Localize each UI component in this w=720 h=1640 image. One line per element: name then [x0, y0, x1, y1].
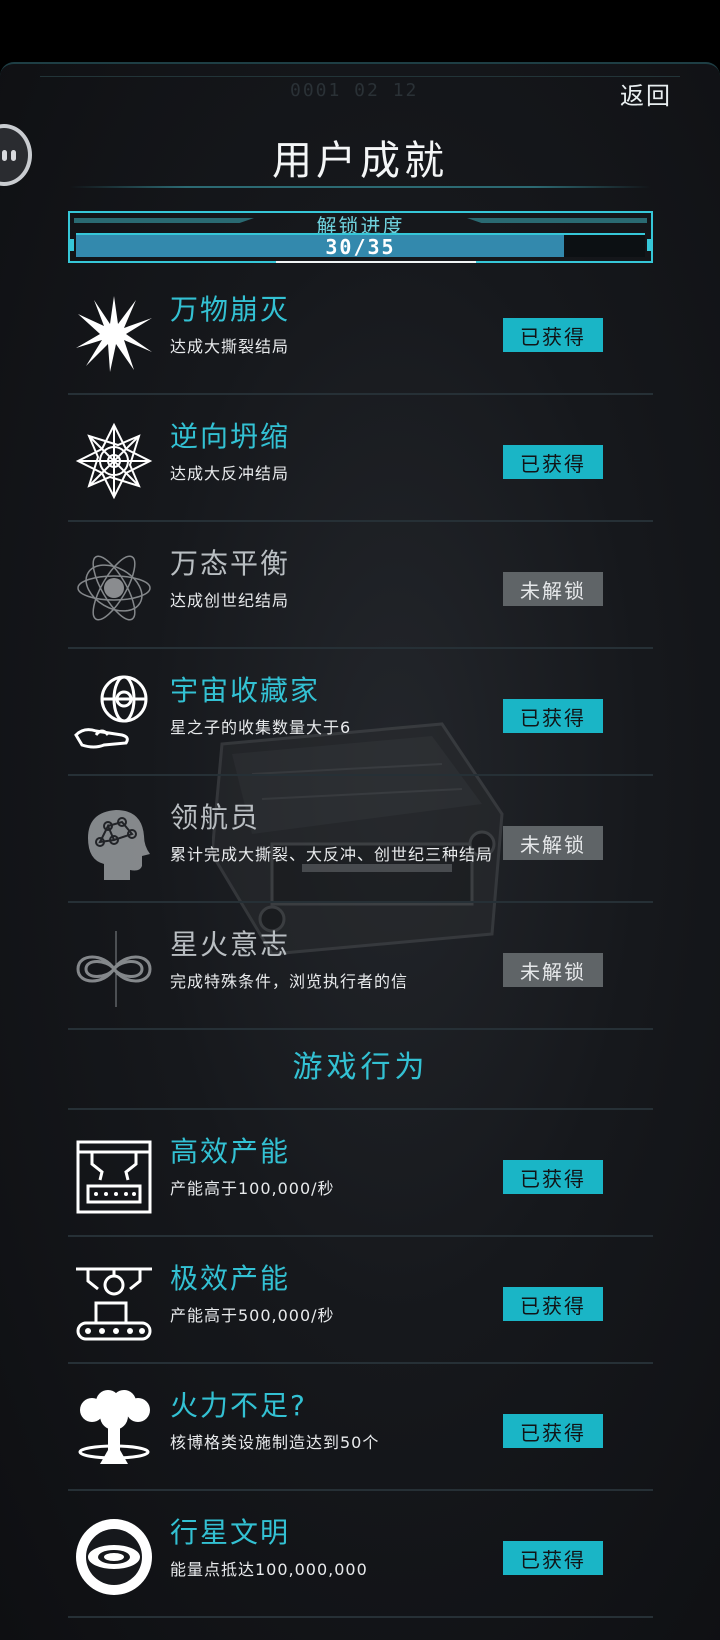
achievement-name: 星火意志	[170, 928, 291, 961]
status-bar	[0, 0, 720, 62]
achievement-name: 领航员	[170, 801, 261, 834]
progress-underline	[276, 261, 476, 263]
achievement-name: 万物崩灭	[170, 293, 291, 326]
infinity-icon	[76, 931, 152, 1007]
progress-value: 30/35	[325, 235, 396, 259]
status-badge: 未解锁	[503, 953, 603, 987]
top-divider	[40, 76, 680, 77]
achievement-desc: 星之子的收集数量大于6	[170, 718, 352, 737]
unlock-progress: 解锁进度 30/35	[68, 211, 653, 263]
mushroom-cloud-icon	[78, 1390, 150, 1464]
status-badge: 已获得	[503, 1287, 603, 1321]
achievement-desc: 能量点抵达100,000,000	[170, 1560, 368, 1579]
status-badge: 已获得	[503, 1160, 603, 1194]
achievement-desc: 累计完成大撕裂、大反冲、创世纪三种结局	[170, 845, 494, 864]
status-badge: 已获得	[503, 445, 603, 479]
achievement-desc: 达成创世纪结局	[170, 591, 290, 610]
mandala-icon	[75, 422, 153, 500]
progress-track: 30/35	[76, 233, 645, 263]
status-badge: 已获得	[503, 318, 603, 352]
achievements-panel: 0001 02 12 返回 用户成就 解锁进度 30/35 万物崩灭 达成大撕裂…	[0, 62, 720, 1640]
achievement-row[interactable]: 高效产能 产能高于100,000/秒 已获得	[68, 1110, 653, 1237]
achievement-row[interactable]: 领航员 累计完成大撕裂、大反冲、创世纪三种结局 未解锁	[68, 776, 653, 903]
globe-in-hand-icon	[74, 675, 148, 749]
achievement-desc: 产能高于500,000/秒	[170, 1306, 335, 1325]
conveyor-icon	[76, 1267, 152, 1341]
achievement-row[interactable]: 火力不足? 核博格类设施制造达到50个 已获得	[68, 1364, 653, 1491]
title-divider	[70, 186, 650, 188]
achievement-row[interactable]: 行星文明 能量点抵达100,000,000 已获得	[68, 1491, 653, 1618]
starburst-icon	[76, 296, 152, 372]
achievement-name: 行星文明	[170, 1516, 291, 1549]
achievement-row[interactable]: 星火意志 完成特殊条件，浏览执行者的信 未解锁	[68, 903, 653, 1030]
achievement-desc: 产能高于100,000/秒	[170, 1179, 335, 1198]
achievement-name: 极效产能	[170, 1262, 291, 1295]
achievement-desc: 完成特殊条件，浏览执行者的信	[170, 972, 409, 991]
achievement-name: 宇宙收藏家	[170, 674, 321, 707]
achievement-row[interactable]: 逆向坍缩 达成大反冲结局 已获得	[68, 395, 653, 522]
status-badge: 已获得	[503, 1414, 603, 1448]
section-title-game-behavior: 游戏行为	[68, 1030, 653, 1110]
status-badge: 已获得	[503, 699, 603, 733]
achievement-desc: 达成大反冲结局	[170, 464, 290, 483]
achievement-row[interactable]: 万物崩灭 达成大撕裂结局 已获得	[68, 268, 653, 395]
status-badge: 未解锁	[503, 826, 603, 860]
atom-icon	[77, 555, 151, 621]
status-badge: 已获得	[503, 1541, 603, 1575]
back-button[interactable]: 返回	[620, 76, 672, 111]
achievement-name: 高效产能	[170, 1135, 291, 1168]
achievement-row[interactable]: 宇宙收藏家 星之子的收集数量大于6 已获得	[68, 649, 653, 776]
brain-head-icon	[88, 810, 150, 880]
achievement-desc: 达成大撕裂结局	[170, 337, 290, 356]
achievement-row[interactable]: 万态平衡 达成创世纪结局 未解锁	[68, 522, 653, 649]
achievement-name: 万态平衡	[170, 547, 291, 580]
planet-eye-icon	[76, 1519, 152, 1595]
page-title: 用户成就	[272, 138, 448, 184]
achievement-list: 万物崩灭 达成大撕裂结局 已获得 逆向坍缩 达成大反冲结局 已获得 万态平衡 达…	[68, 268, 653, 1618]
achievement-name: 火力不足?	[170, 1389, 307, 1422]
factory-icon	[76, 1140, 152, 1214]
status-badge: 未解锁	[503, 572, 603, 606]
achievement-row[interactable]: 极效产能 产能高于500,000/秒 已获得	[68, 1237, 653, 1364]
achievement-desc: 核博格类设施制造达到50个	[170, 1433, 380, 1452]
faint-code: 0001 02 12	[290, 80, 419, 101]
progress-cap-left	[68, 239, 74, 251]
progress-cap-right	[647, 239, 653, 251]
achievement-name: 逆向坍缩	[170, 420, 291, 453]
